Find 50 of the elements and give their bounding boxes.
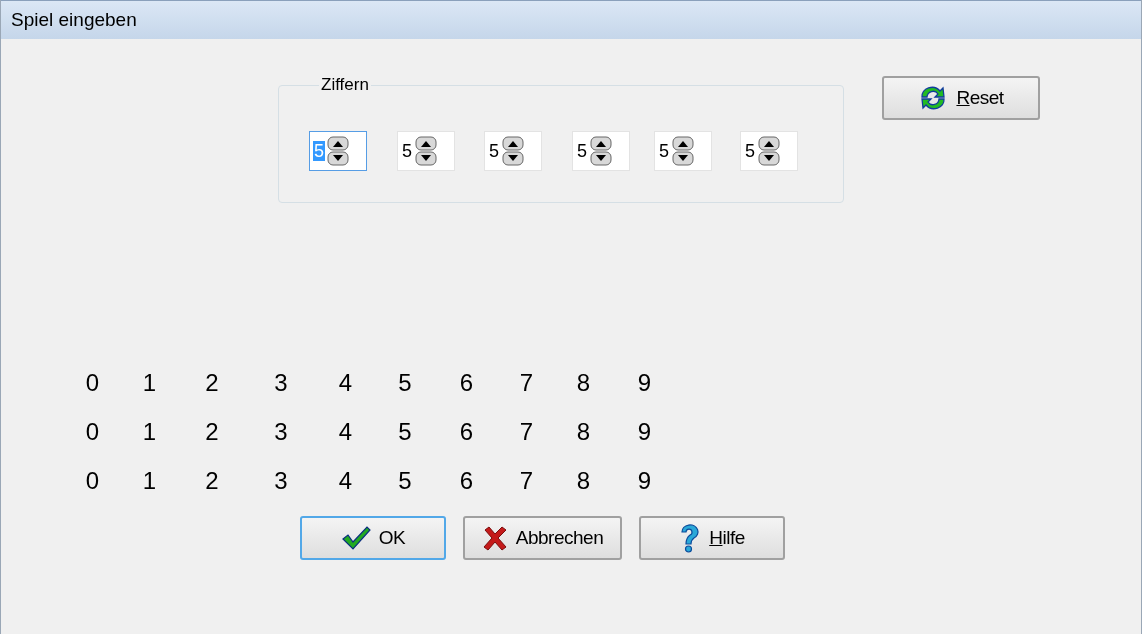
spin-field[interactable]: 5 [740, 130, 798, 171]
digit-label: 9 [636, 368, 653, 398]
spin-arrows-icon[interactable] [758, 135, 780, 166]
spin-arrows-icon[interactable] [327, 135, 349, 166]
spin-field[interactable]: 5 [484, 130, 542, 171]
digit-label: 7 [518, 466, 535, 496]
digit-label: 0 [84, 417, 101, 447]
group-title: Ziffern [320, 75, 370, 95]
digit-label: 6 [458, 417, 475, 447]
digit-label: 5 [397, 417, 413, 447]
digit-label: 1 [141, 417, 158, 447]
digit-label: 7 [518, 417, 535, 447]
reset-button[interactable]: Reset [882, 76, 1040, 120]
spin-field[interactable]: 5 [397, 130, 455, 171]
dialog-button[interactable]: OK [300, 516, 446, 560]
digit-label: 5 [397, 368, 413, 398]
digit-label: 7 [518, 368, 535, 398]
digit-label: 9 [636, 417, 653, 447]
digit-label: 2 [204, 368, 220, 398]
digit-label: 0 [84, 466, 101, 496]
help-icon [679, 523, 702, 553]
digit-label: 8 [575, 417, 592, 447]
spin-arrows-icon[interactable] [502, 135, 524, 166]
digit-label: 9 [636, 466, 653, 496]
spin-field[interactable]: 5 [572, 130, 630, 171]
digit-label: 2 [204, 417, 220, 447]
digit-label: 6 [458, 368, 475, 398]
spin-arrows-icon[interactable] [672, 135, 694, 166]
spin-arrows-icon[interactable] [415, 135, 437, 166]
digit-label: 4 [337, 368, 354, 398]
spin-arrows-icon[interactable] [590, 135, 612, 166]
digit-label: 3 [273, 368, 289, 398]
window-title: Spiel eingeben [11, 9, 137, 31]
digit-label: 3 [273, 417, 289, 447]
cross-icon [481, 525, 508, 551]
dialog-button[interactable]: Hilfe [639, 516, 785, 560]
digit-label: 4 [337, 417, 354, 447]
digit-label: 5 [397, 466, 413, 496]
spin-field[interactable]: 5 [654, 130, 712, 171]
digit-label: 1 [141, 368, 158, 398]
digit-label: 8 [575, 466, 592, 496]
dialog-button[interactable]: Abbrechen [463, 516, 622, 560]
digit-label: 2 [204, 466, 220, 496]
digit-label: 0 [84, 368, 101, 398]
digit-label: 6 [458, 466, 475, 496]
digit-label: 1 [141, 466, 158, 496]
digit-label: 3 [273, 466, 289, 496]
digit-label: 4 [337, 466, 354, 496]
check-icon [340, 525, 371, 551]
digit-label: 8 [575, 368, 592, 398]
